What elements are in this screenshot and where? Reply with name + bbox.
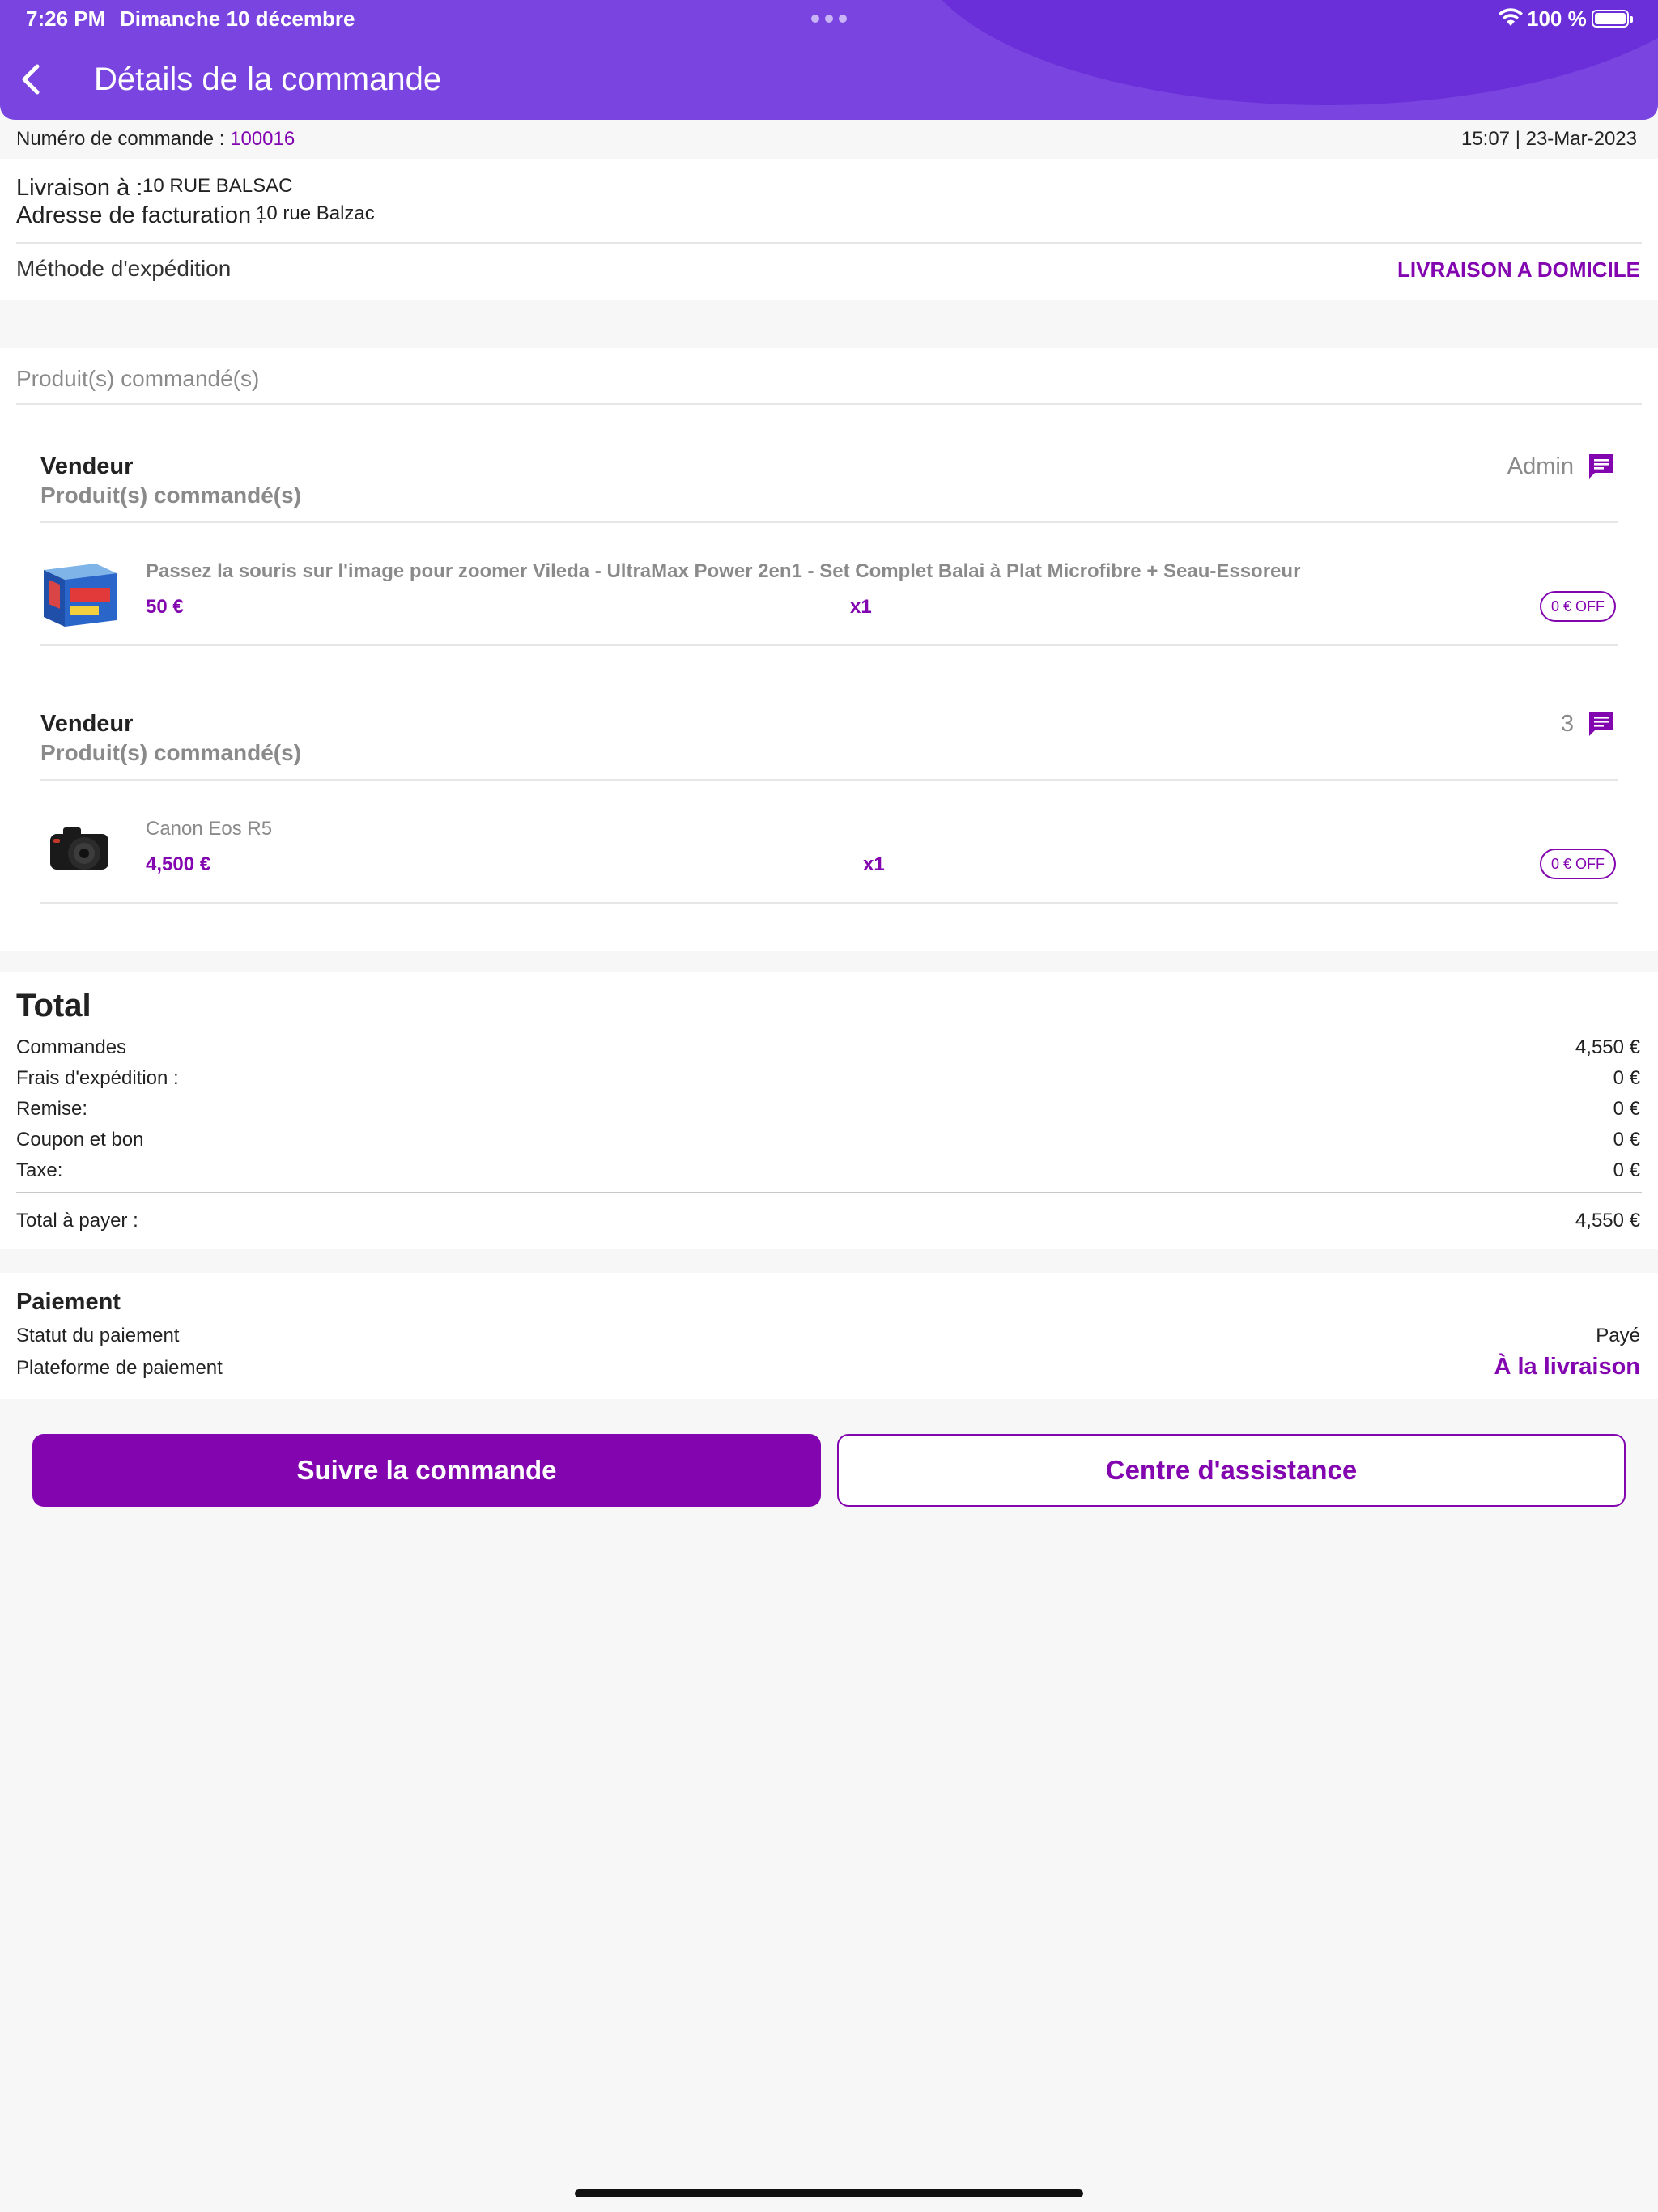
- payment-platform-label: Plateforme de paiement: [16, 1357, 223, 1379]
- billing-label: Adresse de facturation :: [16, 202, 265, 228]
- support-center-button[interactable]: Centre d'assistance: [837, 1434, 1626, 1507]
- order-number-value: 100016: [230, 128, 295, 150]
- address-section: Livraison à : 10 RUE BALSAC Adresse de f…: [0, 159, 1658, 300]
- order-datetime: 15:07 | 23-Mar-2023: [1460, 128, 1637, 150]
- vendor-label: Vendeur: [40, 453, 134, 479]
- product-thumbnail-mop-set[interactable]: [37, 552, 121, 636]
- chat-icon[interactable]: [1587, 709, 1616, 738]
- total-row-label: Coupon et bon: [16, 1129, 144, 1151]
- total-row-label: Remise:: [16, 1098, 88, 1120]
- total-row-value: 0 €: [1613, 1159, 1640, 1181]
- home-indicator[interactable]: [575, 2189, 1083, 2197]
- order-info-bar: Numéro de commande : 100016 15:07 | 23-M…: [0, 120, 1658, 159]
- app-header: 7:26 PM Dimanche 10 décembre 100 % Détai…: [0, 0, 1658, 120]
- divider: [40, 902, 1618, 904]
- grand-total-label: Total à payer :: [16, 1210, 138, 1231]
- divider: [16, 1192, 1642, 1193]
- total-row-value: 0 €: [1613, 1129, 1640, 1151]
- total-row-label: Frais d'expédition :: [16, 1067, 179, 1089]
- vendor-name: Admin: [1507, 453, 1574, 479]
- payment-section: Paiement Statut du paiement Payé Platefo…: [0, 1273, 1658, 1399]
- vendor-subheading: Produit(s) commandé(s): [40, 740, 302, 765]
- product-quantity: x1: [863, 853, 885, 875]
- back-button[interactable]: [18, 63, 45, 96]
- payment-status-value: Payé: [1596, 1325, 1640, 1346]
- divider: [16, 242, 1642, 244]
- total-row-value: 0 €: [1613, 1067, 1640, 1089]
- multitasking-dots-icon[interactable]: [811, 15, 847, 23]
- totals-section: Total Commandes 4,550 € Frais d'expéditi…: [0, 972, 1658, 1249]
- battery-icon: [1592, 10, 1633, 28]
- battery-percentage: 100 %: [1527, 6, 1587, 31]
- shipping-method-value: LIVRAISON A DOMICILE: [1397, 257, 1640, 282]
- total-row-value: 0 €: [1613, 1098, 1640, 1120]
- payment-platform-value: À la livraison: [1494, 1354, 1640, 1380]
- payment-status-label: Statut du paiement: [16, 1325, 180, 1346]
- product-name[interactable]: Canon Eos R5: [146, 818, 272, 840]
- products-section: Produit(s) commandé(s) Vendeur Admin Pro…: [0, 348, 1658, 951]
- divider: [16, 403, 1642, 405]
- product-price: 50 €: [146, 596, 184, 618]
- product-thumbnail-camera[interactable]: [39, 810, 123, 894]
- track-order-button[interactable]: Suivre la commande: [32, 1434, 821, 1507]
- product-name[interactable]: Passez la souris sur l'image pour zoomer…: [146, 560, 1300, 583]
- total-row-label: Commandes: [16, 1036, 127, 1058]
- total-row-value: 4,550 €: [1575, 1036, 1640, 1058]
- vendor-label: Vendeur: [40, 711, 134, 737]
- total-row-label: Taxe:: [16, 1159, 63, 1181]
- divider: [40, 644, 1618, 646]
- order-number: Numéro de commande : 100016: [16, 128, 295, 151]
- order-number-label: Numéro de commande :: [16, 128, 225, 150]
- billing-address: 10 rue Balzac: [256, 202, 375, 224]
- products-heading: Produit(s) commandé(s): [16, 366, 260, 391]
- totals-heading: Total: [16, 988, 91, 1023]
- page-title: Détails de la commande: [94, 62, 442, 97]
- status-time: 7:26 PM: [26, 6, 106, 31]
- grand-total-value: 4,550 €: [1575, 1210, 1640, 1231]
- vendor-subheading: Produit(s) commandé(s): [40, 483, 302, 508]
- shipping-method-label: Méthode d'expédition: [16, 256, 232, 281]
- wifi-icon: [1499, 8, 1523, 26]
- payment-heading: Paiement: [16, 1289, 121, 1315]
- discount-badge: 0 € OFF: [1540, 849, 1616, 879]
- delivery-address: 10 RUE BALSAC: [142, 175, 293, 197]
- product-quantity: x1: [850, 596, 872, 618]
- discount-badge: 0 € OFF: [1540, 591, 1616, 622]
- delivery-label: Livraison à :: [16, 175, 143, 201]
- vendor-name: 3: [1560, 711, 1574, 737]
- status-date: Dimanche 10 décembre: [120, 6, 355, 31]
- status-bar: 7:26 PM Dimanche 10 décembre 100 %: [0, 0, 1658, 39]
- product-price: 4,500 €: [146, 853, 211, 875]
- divider: [40, 779, 1618, 781]
- chat-icon[interactable]: [1587, 452, 1616, 481]
- divider: [40, 521, 1618, 523]
